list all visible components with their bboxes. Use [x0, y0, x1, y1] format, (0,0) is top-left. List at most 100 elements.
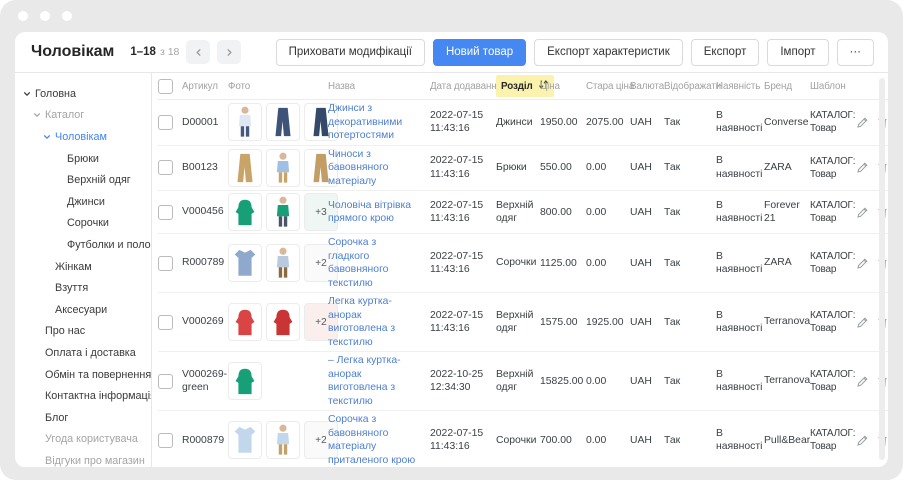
sidebar-item-14[interactable]: Контактна інформація [15, 385, 151, 407]
row-checkbox[interactable] [158, 374, 173, 389]
sidebar-item-1[interactable]: Каталог [15, 105, 151, 127]
app-window: Чоловікам 1–18 з 18 Приховати модифікаці… [0, 0, 903, 480]
product-photo[interactable] [266, 149, 300, 187]
select-all-checkbox[interactable] [158, 79, 173, 94]
product-photo[interactable] [228, 149, 262, 187]
sidebar-item-12[interactable]: Оплата і доставка [15, 342, 151, 364]
availability-cell: В наявності [716, 309, 764, 336]
product-photo[interactable] [228, 244, 262, 282]
edit-icon[interactable] [856, 316, 869, 329]
window-control-dot[interactable] [40, 11, 50, 21]
column-header-5[interactable]: Ціна [540, 81, 586, 92]
sidebar-item-16[interactable]: Угода користувача [15, 429, 151, 451]
product-photo[interactable] [228, 103, 262, 141]
row-checkbox[interactable] [158, 433, 173, 448]
brand-cell: Terranova [764, 374, 810, 388]
product-photo[interactable] [228, 193, 262, 231]
brand-cell: Pull&Bear [764, 434, 810, 448]
import-button[interactable]: Імпорт [767, 39, 828, 66]
sidebar-item-label: Контактна інформація [45, 390, 152, 402]
display-cell: Так [664, 117, 716, 128]
sidebar-item-label: Аксесуари [55, 304, 107, 316]
sidebar-item-5[interactable]: Джинси [15, 191, 151, 213]
product-photo[interactable] [266, 303, 300, 341]
next-page-button[interactable] [217, 40, 241, 64]
table-row: R000879+2Сорочка з бавовняного матеріалу… [158, 411, 888, 467]
row-checkbox[interactable] [158, 205, 173, 220]
product-photo[interactable] [266, 193, 300, 231]
time-value: 11:43:16 [430, 168, 492, 182]
product-link[interactable]: Чиноси з бавовняного матеріалу [328, 148, 426, 189]
sidebar-item-8[interactable]: Жінкам [15, 256, 151, 278]
row-checkbox[interactable] [158, 256, 173, 271]
template-cell: КАТАЛОГ:Товар [810, 309, 856, 335]
more-button[interactable]: ··· [837, 39, 875, 66]
edit-icon[interactable] [856, 161, 869, 174]
display-cell: Так [664, 376, 716, 387]
sidebar-item-4[interactable]: Верхній одяг [15, 169, 151, 191]
edit-icon[interactable] [856, 257, 869, 270]
column-header-4[interactable]: Розділ [496, 75, 540, 97]
column-header-6[interactable]: Стара ціна [586, 81, 630, 92]
photos-cell [228, 362, 328, 400]
edit-icon[interactable] [856, 434, 869, 447]
product-link[interactable]: Сорочка з бавовняного матеріалу притален… [328, 413, 426, 467]
row-checkbox[interactable] [158, 160, 173, 175]
template-cell: КАТАЛОГ:Товар [810, 368, 856, 394]
sidebar-item-15[interactable]: Блог [15, 407, 151, 429]
display-cell: Так [664, 207, 716, 218]
product-photo[interactable] [228, 303, 262, 341]
product-photo[interactable] [266, 421, 300, 459]
product-link[interactable]: – Легка куртка-анорак виготовлена з текс… [328, 354, 426, 408]
product-photo[interactable] [228, 362, 262, 400]
window-control-dot[interactable] [18, 11, 28, 21]
edit-icon[interactable] [856, 375, 869, 388]
sidebar-item-0[interactable]: Головна [15, 83, 151, 105]
row-checkbox[interactable] [158, 315, 173, 330]
sidebar-item-10[interactable]: Аксесуари [15, 299, 151, 321]
sidebar-item-17[interactable]: Відгуки про магазин [15, 450, 151, 467]
edit-icon[interactable] [856, 116, 869, 129]
export-button[interactable]: Експорт [691, 39, 760, 66]
window-control-dot[interactable] [62, 11, 72, 21]
scrollbar[interactable] [879, 78, 885, 460]
product-link[interactable]: Джинси з декоративними потертостями [328, 102, 426, 143]
sidebar-item-6[interactable]: Сорочки [15, 213, 151, 235]
template-line: КАТАЛОГ: [810, 368, 852, 381]
export-characteristics-button[interactable]: Експорт характеристик [534, 39, 683, 66]
price-cell: 15825.00 [540, 376, 586, 387]
template-line: КАТАЛОГ: [810, 427, 852, 440]
column-header-2[interactable]: Назва [328, 81, 430, 92]
column-header-3[interactable]: Дата додавання [430, 81, 496, 92]
product-photo[interactable] [266, 103, 300, 141]
name-cell: Чиноси з бавовняного матеріалу [328, 148, 430, 189]
sidebar-item-3[interactable]: Брюки [15, 148, 151, 170]
product-link[interactable]: Сорочка з гладкого бавовняного текстилю [328, 236, 426, 290]
product-link[interactable]: Чоловіча вітрівка прямого крою [328, 199, 426, 226]
hide-modifications-button[interactable]: Приховати модифікації [276, 39, 425, 66]
product-photo[interactable] [228, 421, 262, 459]
new-product-button[interactable]: Новий товар [433, 39, 526, 66]
column-header-0[interactable]: Артикул [182, 81, 228, 92]
sidebar-item-7[interactable]: Футболки и поло [15, 234, 151, 256]
table-header: АртикулФотоНазваДата додаванняРозділЦіна… [158, 73, 888, 100]
edit-icon[interactable] [856, 206, 869, 219]
prev-page-button[interactable] [186, 40, 210, 64]
photos-cell [228, 149, 328, 187]
column-header-7[interactable]: Валюта [630, 81, 664, 92]
column-header-1[interactable]: Фото [228, 81, 328, 92]
name-cell: Сорочка з гладкого бавовняного текстилю [328, 236, 430, 290]
sidebar-item-9[interactable]: Взуття [15, 277, 151, 299]
product-link[interactable]: Легка куртка-анорак виготовлена з тексти… [328, 295, 426, 349]
row-checkbox[interactable] [158, 115, 173, 130]
photos-cell: +2 [228, 421, 328, 459]
sidebar-item-11[interactable]: Про нас [15, 321, 151, 343]
column-header-10[interactable]: Бренд [764, 81, 810, 92]
sidebar-item-13[interactable]: Обмін та повернення [15, 364, 151, 386]
price-cell: 1950.00 [540, 117, 586, 128]
product-photo[interactable] [266, 244, 300, 282]
column-header-11[interactable]: Шаблон [810, 81, 856, 92]
column-header-9[interactable]: Наявність [716, 81, 764, 92]
sidebar-item-2[interactable]: Чоловікам [15, 126, 151, 148]
column-header-8[interactable]: Відображати [664, 81, 716, 92]
